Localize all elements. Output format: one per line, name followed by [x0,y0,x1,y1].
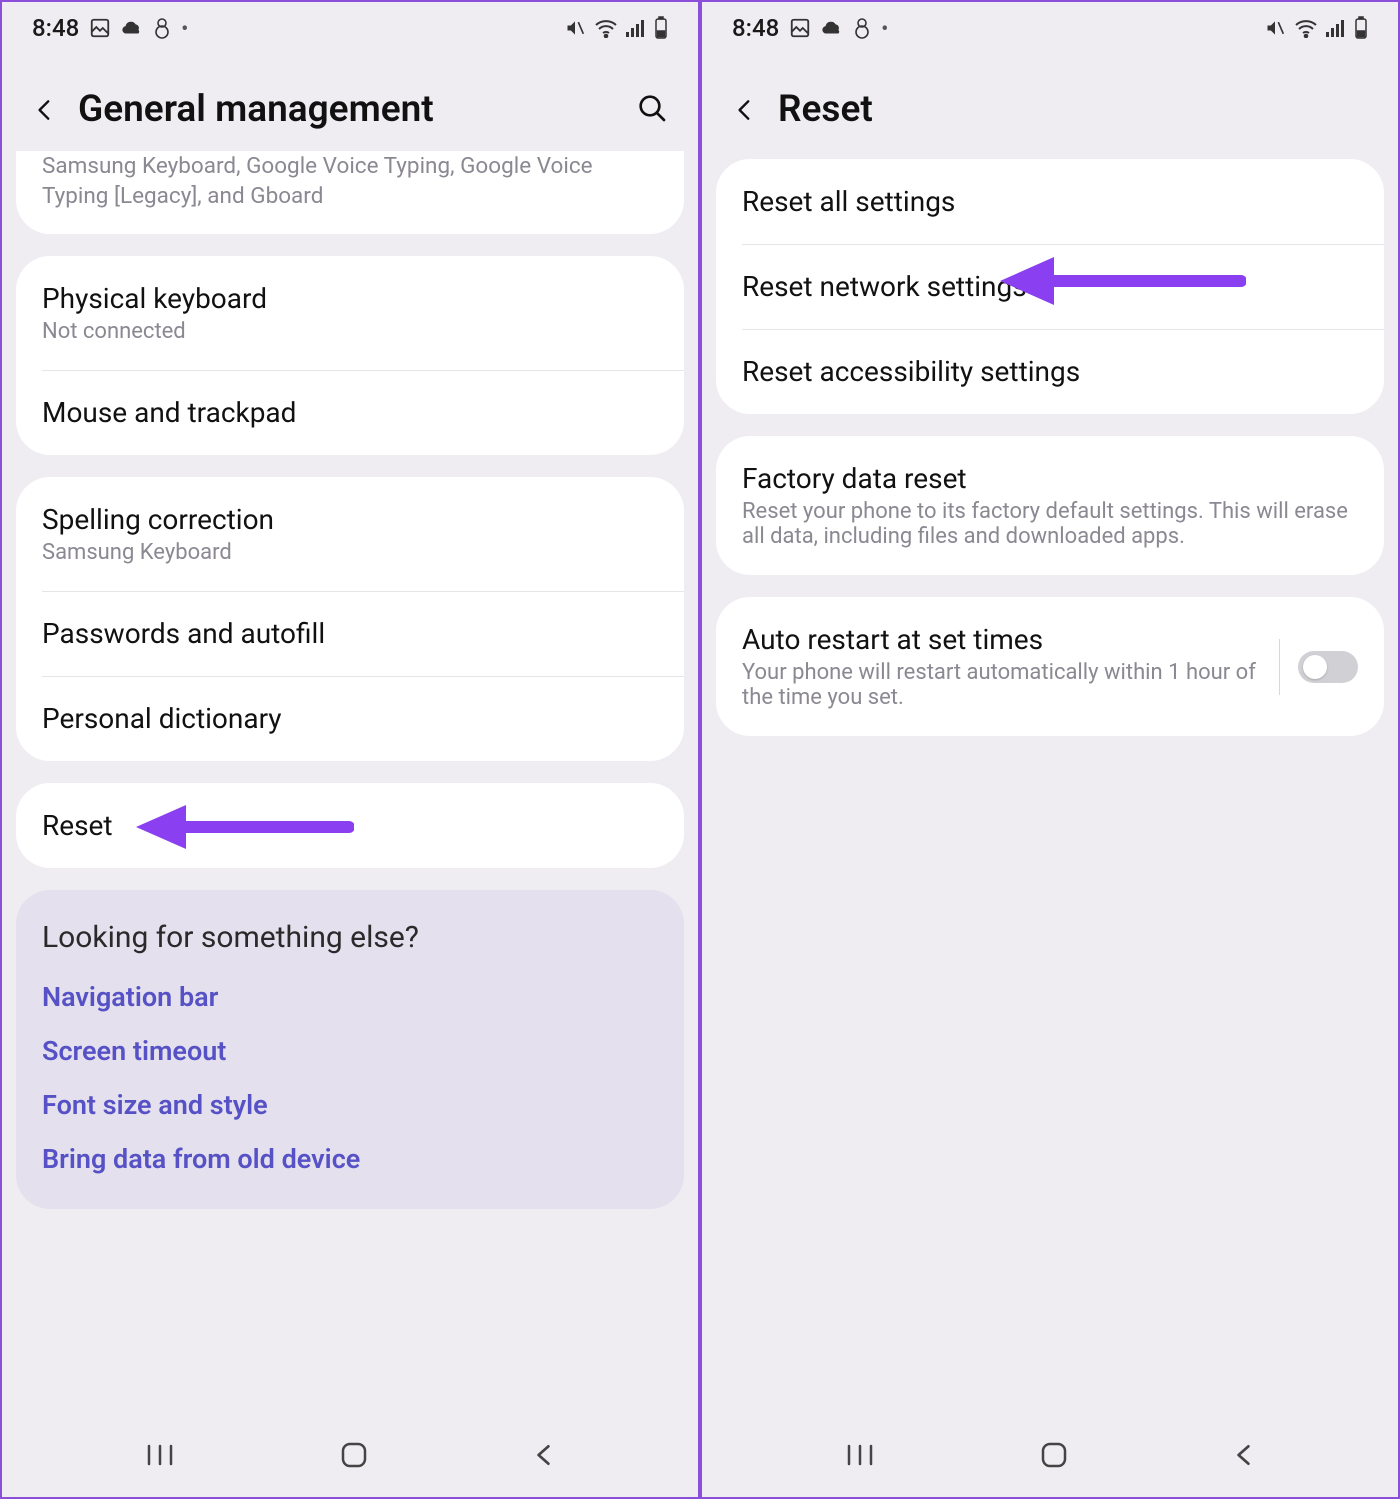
nav-back-button[interactable] [531,1440,557,1474]
header: General management [2,54,698,159]
battery-icon [654,16,668,40]
row-spelling-correction[interactable]: Spelling correction Samsung Keyboard [16,477,684,591]
image-icon [789,17,811,39]
row-reset[interactable]: Reset [16,783,684,868]
recents-button[interactable] [843,1442,877,1472]
page-title: Reset [778,88,1368,131]
home-button[interactable] [339,1440,369,1474]
suggestions-card: Looking for something else? Navigation b… [16,890,684,1209]
dot-icon: • [881,16,888,40]
snowman-icon [153,17,171,39]
row-personal-dictionary[interactable]: Personal dictionary [16,676,684,761]
auto-restart-card: Auto restart at set times Your phone wil… [716,597,1384,736]
header: Reset [702,54,1398,159]
status-bar: 8:48 • [702,2,1398,52]
row-reset-accessibility-settings[interactable]: Reset accessibility settings [716,329,1384,414]
row-reset-all-settings[interactable]: Reset all settings [716,159,1384,244]
row-auto-restart[interactable]: Auto restart at set times Your phone wil… [716,597,1384,736]
link-font-size-style[interactable]: Font size and style [42,1089,658,1121]
row-factory-data-reset[interactable]: Factory data reset Reset your phone to i… [716,436,1384,575]
status-time: 8:48 [32,14,79,42]
mute-vibrate-icon [1264,18,1286,38]
status-bar: 8:48 • [2,2,698,52]
signal-icon [1326,19,1346,37]
dot-icon: • [181,16,188,40]
back-button[interactable] [32,93,58,127]
navigation-bar [702,1417,1398,1497]
row-mouse-trackpad[interactable]: Mouse and trackpad [16,370,684,455]
reset-options-card: Reset all settings Reset network setting… [716,159,1384,414]
screen-general-management: 8:48 • General management [0,0,700,1499]
status-time: 8:48 [732,14,779,42]
search-button[interactable] [636,92,668,128]
text-card: Spelling correction Samsung Keyboard Pas… [16,477,684,761]
back-button[interactable] [732,93,758,127]
battery-icon [1354,16,1368,40]
keyboard-card: Samsung Keyboard, Google Voice Typing, G… [16,151,684,234]
suggestions-title: Looking for something else? [42,920,658,955]
wifi-icon [594,18,618,38]
row-reset-network-settings[interactable]: Reset network settings [716,244,1384,329]
input-devices-card: Physical keyboard Not connected Mouse an… [16,256,684,455]
screen-reset: 8:48 • Reset Reset [700,0,1400,1499]
navigation-bar [2,1417,698,1497]
row-physical-keyboard[interactable]: Physical keyboard Not connected [16,256,684,370]
factory-reset-card: Factory data reset Reset your phone to i… [716,436,1384,575]
toggle-separator [1279,639,1280,695]
signal-icon [626,19,646,37]
recents-button[interactable] [143,1442,177,1472]
cloud-icon [821,19,843,37]
row-passwords-autofill[interactable]: Passwords and autofill [16,591,684,676]
link-screen-timeout[interactable]: Screen timeout [42,1035,658,1067]
image-icon [89,17,111,39]
cloud-icon [121,19,143,37]
link-navigation-bar[interactable]: Navigation bar [42,981,658,1013]
link-bring-data[interactable]: Bring data from old device [42,1143,658,1175]
home-button[interactable] [1039,1440,1069,1474]
page-title: General management [78,88,616,131]
auto-restart-toggle[interactable] [1298,651,1358,683]
nav-back-button[interactable] [1231,1440,1257,1474]
mute-vibrate-icon [564,18,586,38]
reset-card: Reset [16,783,684,868]
wifi-icon [1294,18,1318,38]
snowman-icon [853,17,871,39]
keyboard-description: Samsung Keyboard, Google Voice Typing, G… [16,151,684,234]
